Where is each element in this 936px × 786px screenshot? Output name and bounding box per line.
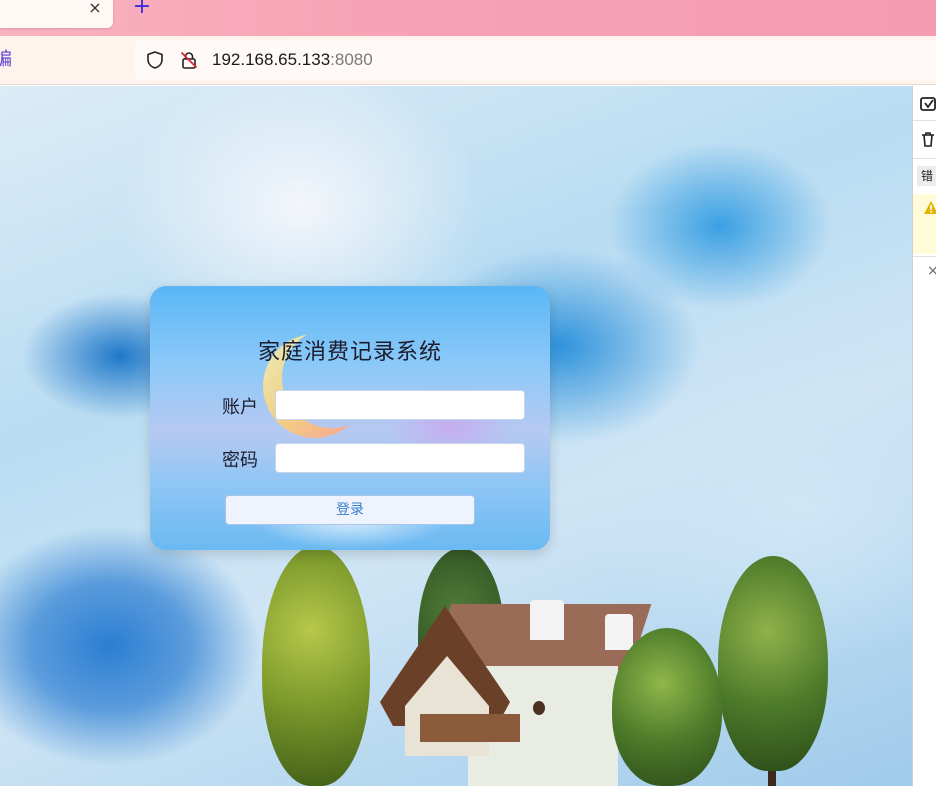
page-background: 家庭消费记录系统 账户 密码 登录 [0,86,912,786]
warning-banner [913,194,936,254]
account-label: 账户 [222,397,258,418]
close-icon[interactable]: × [86,0,104,18]
url-host: 192.168.65.133 [212,50,331,69]
url-text[interactable]: 192.168.65.133:8080 [212,50,373,70]
divider [913,120,936,121]
screenshot-icon[interactable] [919,95,936,113]
house-balcony [420,714,520,742]
page-title: 家庭消费记录系统 [257,340,442,365]
url-bar[interactable]: 192.168.65.133:8080 [135,40,936,80]
login-card: 家庭消费记录系统 账户 密码 登录 [150,286,550,550]
nav-edge-glyph: 编 [0,49,12,70]
active-tab[interactable]: × [0,0,113,28]
account-input[interactable] [275,390,525,420]
chimney [530,600,564,640]
divider [913,256,936,257]
close-icon[interactable]: × [927,262,936,280]
password-label: 密码 [222,450,258,471]
devtools-panel: 错 × [912,86,936,786]
tree-left [262,546,370,786]
bush-front [612,628,722,786]
shield-icon[interactable] [145,50,165,70]
devtools-filter-tab[interactable]: 错 [917,166,936,186]
plus-icon[interactable]: + [131,0,153,18]
tab-strip: × + [0,0,936,36]
tree-right [718,556,828,771]
nav-bar: 编 192.168.65.133:8080 [0,36,936,85]
chimney [605,614,633,650]
url-port: :8080 [330,50,373,69]
lock-slash-icon[interactable] [179,50,199,70]
divider [913,158,936,159]
password-input[interactable] [275,443,525,473]
warning-icon [924,201,936,214]
round-window [533,701,545,715]
login-button[interactable]: 登录 [225,495,475,525]
trash-icon[interactable] [919,130,936,148]
